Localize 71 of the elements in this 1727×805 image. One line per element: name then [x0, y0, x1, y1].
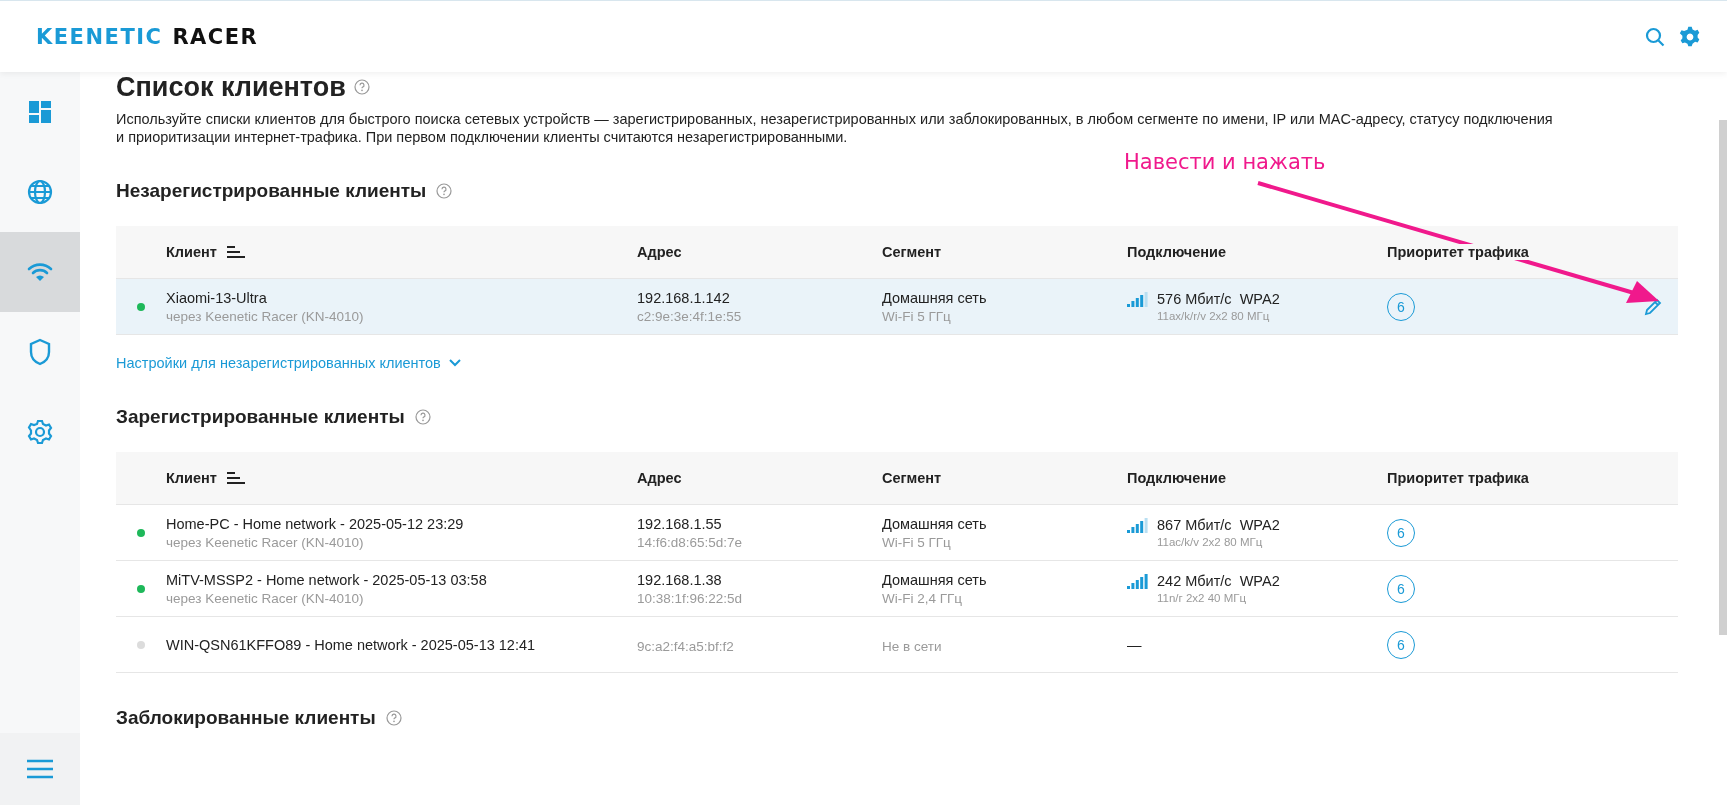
table-row[interactable]: WIN-QSN61KFFO89 - Home network - 2025-05-13 12:41 9c:a2:f4:a5:bf:f2 Не в сети — 6 [116, 617, 1678, 673]
signal-icon [1127, 291, 1149, 307]
segment-name: Домашняя сеть [882, 515, 988, 532]
mac-address: 9c:a2:f4:a5:bf:f2 [637, 638, 735, 654]
shield-icon [28, 338, 52, 366]
ip-address: 192.168.1.38 [637, 571, 723, 588]
mac-address: 10:38:1f:96:22:5d [637, 590, 744, 606]
client-name: WIN-QSN61KFFO89 - Home network - 2025-05-13 12:41 [166, 636, 537, 653]
column-header: Адрес [637, 244, 682, 260]
section-title: Незарегистрированные клиенты [116, 180, 427, 202]
search-icon[interactable] [1645, 26, 1665, 47]
help-icon[interactable] [353, 79, 370, 95]
client-via: через Keenetic Racer (KN-4010) [166, 534, 365, 550]
help-icon[interactable] [436, 183, 453, 199]
mac-address: c2:9e:3e:4f:1e:55 [637, 308, 743, 324]
connection-speed: 576 Мбит/с WPA2 [1157, 291, 1280, 307]
edit-icon[interactable] [1644, 297, 1662, 316]
sidebar-item[interactable] [0, 232, 80, 312]
band-text: Wi-Fi 2,4 ГГц [882, 590, 964, 606]
column-header: Клиент [166, 470, 217, 486]
column-header: Приоритет трафика [1387, 470, 1529, 486]
table-row[interactable]: Home-PC - Home network - 2025-05-12 23:29 через Keenetic Racer (KN-4010) 192.168.1.55 14:f6:d8:65:5d:7e Домашняя сеть Wi-Fi 5 ГГц 867 Мбит/с WPA2 11ac/k/v 2x2 80 МГц 6 [116, 505, 1678, 561]
sort-icon[interactable] [226, 246, 245, 258]
band-text: Wi-Fi 5 ГГц [882, 308, 952, 324]
segment-status: Не в сети [882, 638, 943, 654]
segment-name: Домашняя сеть [882, 289, 988, 306]
page-description: Используйте списки клиентов для быстрого поиска сетевых устройств — зарегистрированных, незарегистрированных или заблокированных, в любом сегменте по имени, IP или MAC-адресу, статусу подключения и приоритизации интернет-трафика. При первом подключении клиенты считаются незарегистрированными. [116, 110, 1554, 146]
settings-icon [27, 419, 53, 445]
column-header: Подключение [1127, 244, 1226, 260]
help-icon[interactable] [385, 710, 402, 726]
wifi-mode: 11ax/k/r/v 2x2 80 МГц [1157, 310, 1271, 322]
logo[interactable]: KEENETIC RACER [36, 24, 259, 49]
mac-address: 14:f6:d8:65:5d:7e [637, 534, 744, 550]
table-row[interactable]: Xiaomi-13-Ultra через Keenetic Racer (KN-4010) 192.168.1.142 c2:9e:3e:4f:1e:55 Домашняя сеть Wi-Fi 5 ГГц 576 Мбит/с WPA2 11ax/k/r/v 2x2 80 МГц 6 [116, 279, 1678, 335]
column-header: Сегмент [882, 244, 942, 260]
page-title: Список клиентов [116, 72, 346, 102]
wifi-mode: 11ac/k/v 2x2 80 МГц [1157, 536, 1264, 548]
menu-icon [27, 759, 53, 779]
signal-icon [1127, 517, 1149, 533]
segment-name: Домашняя сеть [882, 571, 988, 588]
annotation-text: Навести и нажать [1124, 150, 1326, 174]
connection-speed: 242 Мбит/с WPA2 [1157, 573, 1280, 589]
sort-icon[interactable] [226, 472, 245, 484]
help-icon[interactable] [414, 409, 431, 425]
column-header: Приоритет трафика [1387, 244, 1529, 260]
globe-icon [27, 179, 53, 205]
client-name: Home-PC - Home network - 2025-05-12 23:29 [166, 515, 465, 532]
client-via: через Keenetic Racer (KN-4010) [166, 590, 365, 606]
menu-button[interactable] [0, 733, 80, 805]
column-header: Адрес [637, 470, 682, 486]
connection-speed: 867 Мбит/с WPA2 [1157, 517, 1280, 533]
client-name: MiTV-MSSP2 - Home network - 2025-05-13 03:58 [166, 571, 488, 588]
chevron-icon [448, 359, 461, 367]
band-text: Wi-Fi 5 ГГц [882, 534, 952, 550]
ip-address: 192.168.1.142 [637, 289, 731, 306]
signal-icon [1127, 573, 1149, 589]
column-header: Сегмент [882, 470, 942, 486]
column-header: Подключение [1127, 470, 1226, 486]
column-header: Клиент [166, 244, 217, 260]
wifi-mode: 11n/г 2x2 40 МГц [1157, 592, 1248, 604]
client-name: Xiaomi-13-Ultra [166, 289, 268, 306]
table-row[interactable]: MiTV-MSSP2 - Home network - 2025-05-13 03:58 через Keenetic Racer (KN-4010) 192.168.1.38 10:38:1f:96:22:5d Домашняя сеть Wi-Fi 2,4 ГГц 242 Мбит/с WPA2 11n/г 2x2 40 МГц 6 [116, 561, 1678, 617]
settings-icon[interactable] [1679, 25, 1701, 48]
wifi-icon [27, 262, 53, 282]
connection-text: — [1127, 636, 1142, 653]
scrollbar[interactable] [1719, 120, 1727, 635]
client-via: через Keenetic Racer (KN-4010) [166, 308, 365, 324]
dashboard-icon [28, 100, 52, 124]
ip-address: 192.168.1.55 [637, 515, 723, 532]
section-title: Зарегистрированные клиенты [116, 406, 405, 428]
section-title: Заблокированные клиенты [116, 707, 376, 729]
